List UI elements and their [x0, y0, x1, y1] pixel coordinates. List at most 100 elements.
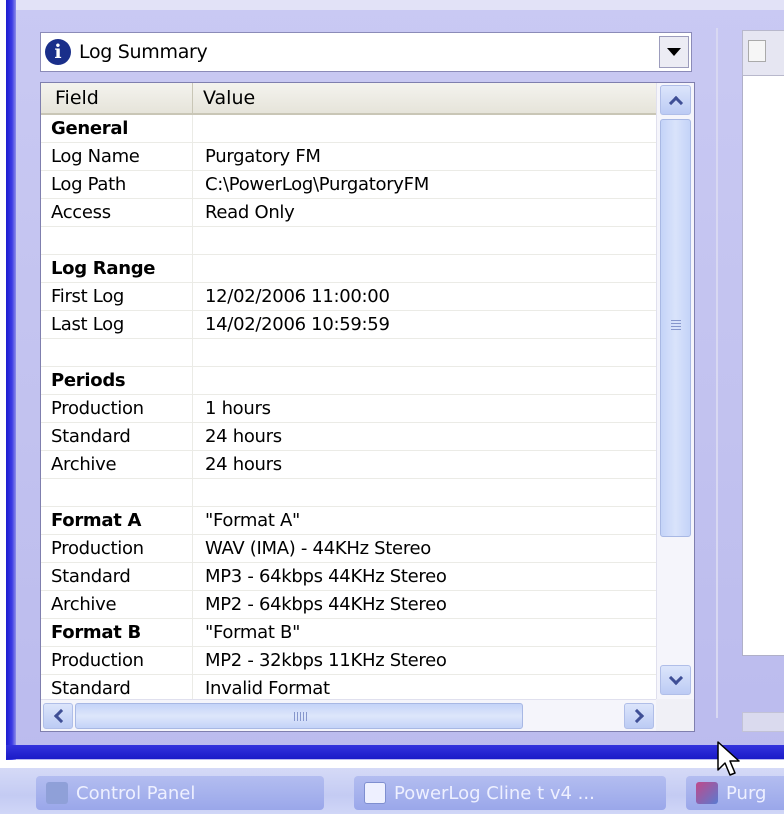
value-cell: MP2 - 64kbps 44KHz Stereo — [205, 594, 447, 615]
page-icon[interactable] — [748, 40, 766, 62]
field-cell: Last Log — [41, 311, 193, 338]
table-row[interactable]: First Log 12/02/2006 11:00:00 — [41, 283, 656, 311]
value-cell — [193, 367, 656, 394]
section-row[interactable]: General — [41, 115, 656, 143]
field-cell — [41, 479, 193, 506]
taskbar-item-control-panel[interactable]: Control Panel — [36, 776, 324, 810]
taskbar-item-powerlog-client[interactable]: PowerLog Cline t v4 ... — [354, 776, 666, 810]
field-cell: Standard — [41, 675, 193, 702]
info-icon: i — [45, 39, 71, 65]
column-header-field[interactable]: Field — [41, 83, 193, 113]
value-cell — [193, 339, 656, 366]
table-row[interactable]: Production WAV (IMA) - 44KHz Stereo — [41, 535, 656, 563]
field-cell: Access — [41, 199, 193, 226]
value-cell: 1 hours — [205, 398, 271, 419]
table-row[interactable] — [41, 479, 656, 507]
field-cell: Standard — [41, 423, 193, 450]
taskbar-item-label: Control Panel — [76, 782, 196, 804]
scrollbar-corner — [656, 699, 694, 731]
field-cell: Log Range — [41, 255, 193, 282]
field-cell: First Log — [41, 283, 193, 310]
value-cell — [193, 255, 656, 282]
table-row[interactable] — [41, 339, 656, 367]
value-cell: MP3 - 64kbps 44KHz Stereo — [205, 566, 447, 587]
scroll-down-button[interactable] — [660, 665, 691, 695]
view-selector-dropdown[interactable]: i Log Summary — [40, 32, 692, 72]
table-row[interactable]: Standard MP3 - 64kbps 44KHz Stereo — [41, 563, 656, 591]
value-cell: C:\PowerLog\PurgatoryFM — [205, 174, 429, 195]
taskbar-item-purgatory[interactable]: Purg — [686, 776, 784, 810]
scroll-up-button[interactable] — [660, 85, 691, 115]
table-row[interactable]: Last Log 14/02/2006 10:59:59 — [41, 311, 656, 339]
vertical-scroll-thumb[interactable] — [660, 119, 691, 537]
table-row[interactable]: Standard 24 hours — [41, 423, 656, 451]
dropdown-arrow-button[interactable] — [659, 36, 689, 68]
value-cell: 12/02/2006 11:00:00 — [205, 286, 390, 307]
horizontal-scroll-thumb[interactable] — [75, 703, 523, 729]
mouse-cursor-icon — [717, 741, 740, 776]
table-row[interactable] — [41, 227, 656, 255]
field-cell: Production — [41, 395, 193, 422]
field-cell: Archive — [41, 591, 193, 618]
grip-icon — [671, 320, 681, 332]
taskbar-item-label: Purg — [726, 782, 767, 804]
table-row[interactable]: Archive 24 hours — [41, 451, 656, 479]
field-cell: Format B — [41, 619, 193, 646]
field-cell: Log Name — [41, 143, 193, 170]
document-icon — [364, 782, 386, 804]
app-icon — [696, 782, 718, 804]
scroll-right-button[interactable] — [624, 703, 654, 729]
value-cell: "Format A" — [205, 510, 301, 531]
right-pane — [742, 30, 784, 656]
scroll-left-button[interactable] — [43, 703, 73, 729]
control-panel-icon — [46, 782, 68, 804]
table-row[interactable]: Production MP2 - 32kbps 11KHz Stereo — [41, 647, 656, 675]
section-row[interactable]: Format B "Format B" — [41, 619, 656, 647]
window-top-border — [6, 0, 784, 10]
value-cell — [193, 479, 656, 506]
column-header-value[interactable]: Value — [193, 83, 656, 113]
taskbar: Control Panel PowerLog Cline t v4 ... Pu… — [0, 768, 784, 814]
field-cell: Format A — [41, 507, 193, 534]
value-cell: Purgatory FM — [205, 146, 321, 167]
field-cell: General — [41, 115, 193, 142]
value-cell: 24 hours — [205, 454, 282, 475]
field-cell — [41, 227, 193, 254]
value-cell: 14/02/2006 10:59:59 — [205, 314, 390, 335]
table-row[interactable]: Archive MP2 - 64kbps 44KHz Stereo — [41, 591, 656, 619]
field-cell: Archive — [41, 451, 193, 478]
field-cell — [41, 339, 193, 366]
section-row[interactable]: Log Range — [41, 255, 656, 283]
window-bottom-edge — [6, 745, 784, 759]
field-cell: Production — [41, 535, 193, 562]
value-cell: Read Only — [205, 202, 295, 223]
value-cell — [193, 115, 656, 142]
table-row[interactable]: Log Path C:\PowerLog\PurgatoryFM — [41, 171, 656, 199]
value-cell — [193, 227, 656, 254]
grid-header: Field Value — [41, 83, 656, 115]
chevron-down-icon — [667, 48, 681, 56]
table-row[interactable]: Access Read Only — [41, 199, 656, 227]
table-row[interactable]: Production 1 hours — [41, 395, 656, 423]
value-cell: MP2 - 32kbps 11KHz Stereo — [205, 650, 447, 671]
log-summary-grid[interactable]: Field Value General Log Name Purgatory FM L… — [40, 82, 695, 732]
grid-rows: General Log Name Purgatory FM Log Path C:\Po… — [41, 115, 656, 703]
field-cell: Log Path — [41, 171, 193, 198]
window-left-edge — [6, 0, 16, 760]
table-row[interactable]: Log Name Purgatory FM — [41, 143, 656, 171]
vertical-scrollbar[interactable] — [656, 83, 694, 699]
section-row[interactable]: Periods — [41, 367, 656, 395]
field-cell: Periods — [41, 367, 193, 394]
value-cell: WAV (IMA) - 44KHz Stereo — [205, 538, 432, 559]
right-pane-scrollbar[interactable] — [742, 712, 784, 732]
value-cell: 24 hours — [205, 426, 282, 447]
field-cell: Standard — [41, 563, 193, 590]
section-row[interactable]: Format A "Format A" — [41, 507, 656, 535]
field-cell: Production — [41, 647, 193, 674]
horizontal-scrollbar[interactable] — [41, 699, 656, 731]
pane-splitter[interactable] — [716, 28, 718, 718]
chevron-up-icon — [668, 95, 683, 110]
taskbar-item-label: PowerLog Cline t v4 ... — [394, 782, 595, 804]
value-cell: "Format B" — [205, 622, 301, 643]
chevron-right-icon — [629, 708, 644, 724]
